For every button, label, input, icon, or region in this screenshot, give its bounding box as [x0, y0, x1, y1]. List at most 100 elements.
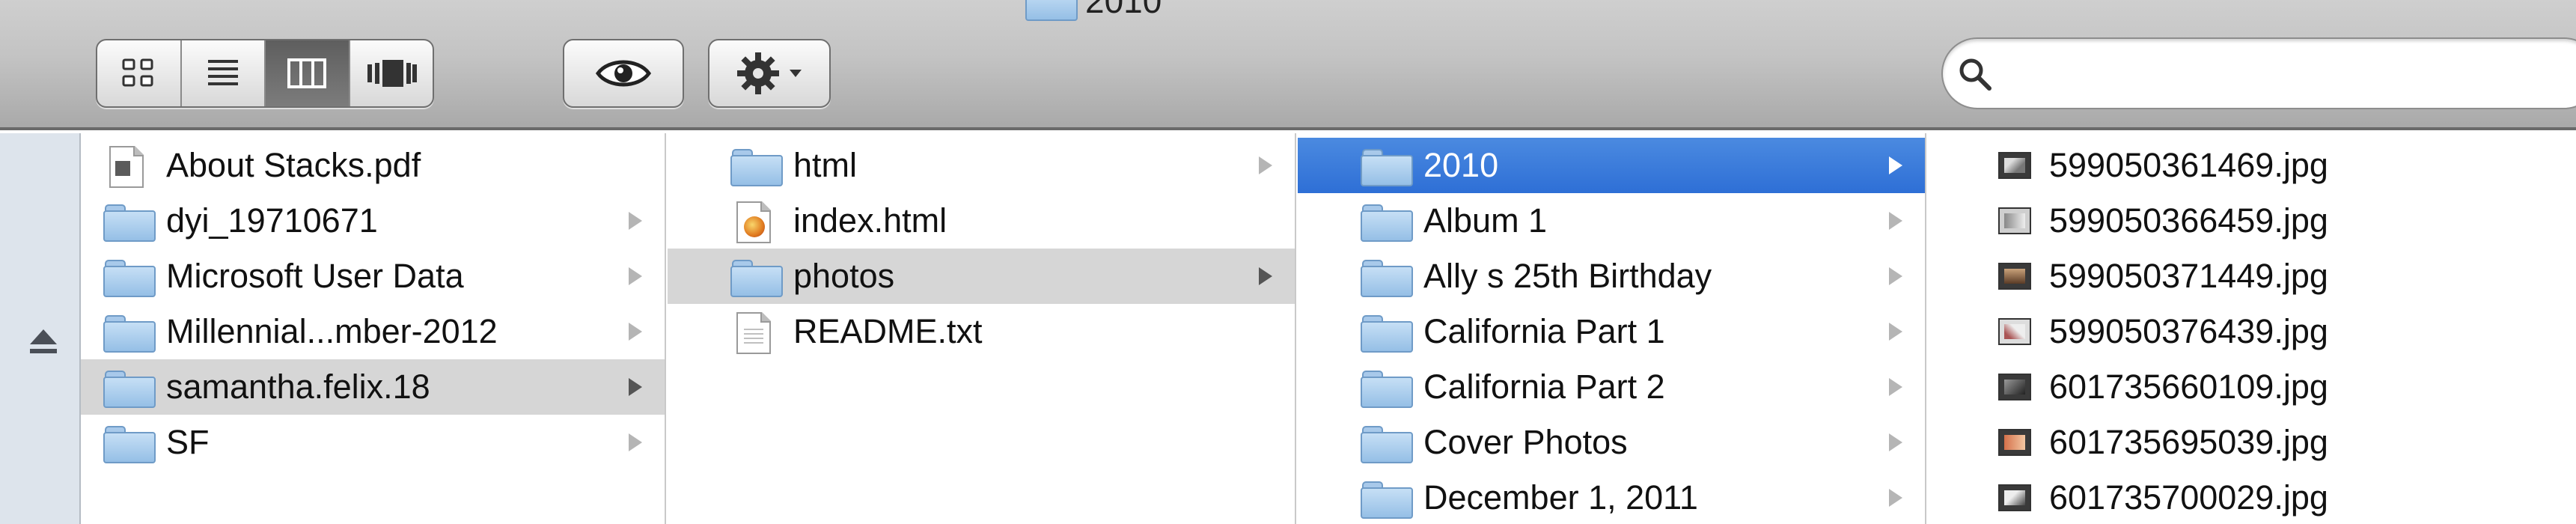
item-label: 601735695039.jpg [2049, 423, 2328, 461]
image-thumbnail-icon [1980, 421, 2034, 463]
item-label: 601735700029.jpg [2049, 478, 2328, 517]
folder-icon [99, 200, 156, 242]
item-label: Millennial...mber-2012 [166, 312, 498, 350]
disclosure-arrow-icon [1889, 433, 1902, 451]
image-thumbnail-icon [1980, 200, 2034, 242]
folder-icon [726, 255, 783, 297]
disclosure-arrow-icon [629, 323, 642, 341]
item-label: SF [166, 423, 210, 461]
sidebar [0, 133, 81, 524]
columns-icon [287, 58, 327, 88]
window-title: 2010 [1025, 0, 1162, 21]
search-icon [1959, 58, 1991, 91]
folder-row[interactable]: SF [81, 415, 665, 470]
item-label: photos [793, 257, 895, 295]
item-label: 599050376439.jpg [2049, 312, 2328, 350]
folder-icon [1356, 366, 1413, 408]
folder-row[interactable]: December 1, 2011 [1298, 470, 1925, 524]
folder-row[interactable]: California Part 2 [1298, 359, 1925, 415]
file-row[interactable]: About Stacks.pdf [81, 138, 665, 193]
item-label: California Part 2 [1423, 368, 1665, 406]
item-label: Microsoft User Data [166, 257, 464, 295]
image-thumbnail-icon [1980, 255, 2034, 297]
folder-row[interactable]: html [668, 138, 1295, 193]
browser-column-1: About Stacks.pdf dyi_19710671 Microsoft Us… [81, 133, 666, 524]
folder-icon [99, 366, 156, 408]
folder-row[interactable]: Album 1 [1298, 193, 1925, 249]
disclosure-arrow-icon [1889, 156, 1902, 174]
folder-row[interactable]: photos [668, 249, 1295, 304]
folder-row[interactable]: 2010 [1298, 138, 1925, 193]
disclosure-arrow-icon [629, 267, 642, 285]
folder-icon [726, 144, 783, 186]
list-icon [207, 60, 238, 85]
item-label: index.html [793, 201, 947, 240]
disclosure-arrow-icon [1889, 323, 1902, 341]
column-view-button[interactable] [266, 40, 350, 106]
action-menu-button[interactable] [708, 39, 831, 108]
disclosure-arrow-icon [1889, 267, 1902, 285]
image-thumbnail-icon [1980, 144, 2034, 186]
toolbar: 2010 [0, 0, 2576, 130]
folder-icon [1356, 421, 1413, 463]
cover-flow-view-button[interactable] [350, 40, 433, 106]
disclosure-arrow-icon [629, 212, 642, 230]
eject-icon[interactable] [27, 325, 60, 358]
list-view-button[interactable] [182, 40, 266, 106]
search-input[interactable] [2003, 51, 2576, 96]
folder-icon [99, 255, 156, 297]
folder-icon [1025, 0, 1078, 21]
item-label: California Part 1 [1423, 312, 1665, 350]
disclosure-arrow-icon [629, 433, 642, 451]
file-row[interactable]: 601735700029.jpg [1928, 470, 2576, 524]
browser-column-4: 599050361469.jpg 599050366459.jpg 59905037… [1928, 133, 2576, 524]
search-field[interactable] [1941, 37, 2576, 109]
folder-row[interactable]: California Part 1 [1298, 304, 1925, 359]
window-title-text: 2010 [1085, 0, 1162, 20]
folder-row[interactable]: samantha.felix.18 [81, 359, 665, 415]
file-row[interactable]: README.txt [668, 304, 1295, 359]
item-label: 601735660109.jpg [2049, 368, 2328, 406]
disclosure-arrow-icon [629, 378, 642, 396]
browser-column-3: 2010 Album 1 Ally s 25th Birthday Californi… [1298, 133, 1926, 524]
folder-icon [99, 421, 156, 463]
item-label: About Stacks.pdf [166, 146, 421, 184]
item-label: dyi_19710671 [166, 201, 378, 240]
item-label: Album 1 [1423, 201, 1548, 240]
item-label: 599050361469.jpg [2049, 146, 2328, 184]
file-row[interactable]: 599050366459.jpg [1928, 193, 2576, 249]
disclosure-arrow-icon [1889, 212, 1902, 230]
eye-icon [595, 60, 652, 87]
file-row[interactable]: 601735660109.jpg [1928, 359, 2576, 415]
quick-look-button[interactable] [563, 39, 684, 108]
image-thumbnail-icon [1980, 366, 2034, 408]
cover-flow-icon [367, 60, 417, 87]
disclosure-arrow-icon [1889, 378, 1902, 396]
item-label: Ally s 25th Birthday [1423, 257, 1712, 295]
folder-icon [99, 311, 156, 353]
folder-row[interactable]: Cover Photos [1298, 415, 1925, 470]
item-label: README.txt [793, 312, 983, 350]
file-row[interactable]: 599050371449.jpg [1928, 249, 2576, 304]
file-row[interactable]: index.html [668, 193, 1295, 249]
file-row[interactable]: 601735695039.jpg [1928, 415, 2576, 470]
folder-row[interactable]: dyi_19710671 [81, 193, 665, 249]
folder-row[interactable]: Ally s 25th Birthday [1298, 249, 1925, 304]
view-mode-segmented-control [96, 39, 434, 108]
folder-row[interactable]: Millennial...mber-2012 [81, 304, 665, 359]
file-row[interactable]: 599050376439.jpg [1928, 304, 2576, 359]
folder-icon [1356, 200, 1413, 242]
folder-row[interactable]: Microsoft User Data [81, 249, 665, 304]
text-document-icon [726, 311, 780, 354]
browser-column-2: html index.html photos README.txt [668, 133, 1296, 524]
image-thumbnail-icon [1980, 477, 2034, 519]
html-document-icon [726, 200, 780, 243]
folder-icon [1356, 144, 1413, 186]
image-thumbnail-icon [1980, 311, 2034, 353]
item-label: 599050371449.jpg [2049, 257, 2328, 295]
icon-view-button[interactable] [97, 40, 182, 106]
item-label: December 1, 2011 [1423, 478, 1698, 517]
file-row[interactable]: 599050361469.jpg [1928, 138, 2576, 193]
gear-icon [737, 52, 779, 94]
item-label: Cover Photos [1423, 423, 1628, 461]
